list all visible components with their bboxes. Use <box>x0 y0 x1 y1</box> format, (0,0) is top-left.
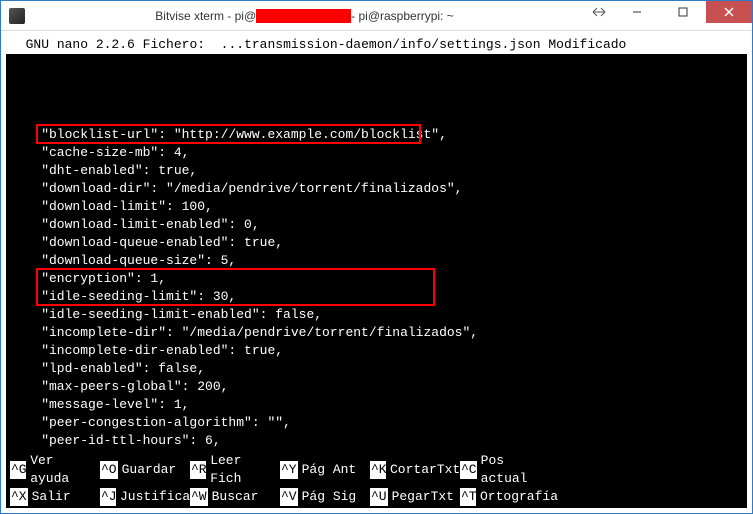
editor-line: "peer-id-ttl-hours": 6, <box>10 432 743 450</box>
shortcut[interactable]: ^JJustificar <box>100 488 190 506</box>
shortcut-label: Justificar <box>120 488 198 506</box>
editor-line: "incomplete-dir-enabled": true, <box>10 342 743 360</box>
nano-file-label: Fichero: <box>143 37 205 52</box>
editor-line: "download-dir": "/media/pendrive/torrent… <box>10 180 743 198</box>
window-controls <box>584 1 752 30</box>
nano-app: GNU nano 2.2.6 <box>26 37 135 52</box>
shortcut-key: ^U <box>370 488 388 506</box>
shortcut[interactable]: ^KCortarTxt <box>370 452 460 488</box>
editor-line: "idle-seeding-limit": 30, <box>10 288 743 306</box>
shortcut-key: ^R <box>190 461 206 479</box>
editor-line: "download-queue-size": 5, <box>10 252 743 270</box>
close-button[interactable] <box>706 1 752 23</box>
editor-line: "message-level": 1, <box>10 396 743 414</box>
nano-file-path: ...transmission-daemon/info/settings.jso… <box>221 37 541 52</box>
app-icon <box>9 8 25 24</box>
editor-line: "blocklist-url": "http://www.example.com… <box>10 126 743 144</box>
shortcut[interactable]: ^OGuardar <box>100 452 190 488</box>
titlebar: Bitvise xterm - pi@ - pi@raspberrypi: ~ <box>1 1 752 31</box>
editor-line: "download-limit": 100, <box>10 198 743 216</box>
shortcut[interactable]: ^TOrtografía <box>460 488 560 506</box>
shortcut[interactable]: ^UPegarTxt <box>370 488 460 506</box>
editor-line: "download-limit-enabled": 0, <box>10 216 743 234</box>
shortcut[interactable]: ^RLeer Fich <box>190 452 280 488</box>
shortcut-key: ^W <box>190 488 208 506</box>
shortcut-key: ^G <box>10 461 26 479</box>
editor-line <box>10 108 743 126</box>
title-prefix: Bitvise xterm - pi@ <box>155 9 256 23</box>
shortcut[interactable]: ^GVer ayuda <box>10 452 100 488</box>
shortcut-label: Guardar <box>122 461 177 479</box>
editor-line: "peer-congestion-algorithm": "", <box>10 414 743 432</box>
shortcut-key: ^X <box>10 488 28 506</box>
shortcut-key: ^Y <box>280 461 298 479</box>
shortcut-label: Ver ayuda <box>30 452 94 488</box>
shortcut-row-2: ^XSalir^JJustificar^WBuscar^VPág Sig^UPe… <box>10 488 743 506</box>
editor-line: "incomplete-dir": "/media/pendrive/torre… <box>10 324 743 342</box>
terminal-viewport[interactable]: GNU nano 2.2.6 Fichero: ...transmission-… <box>6 36 747 508</box>
nano-status: Modificado <box>548 37 626 52</box>
shortcut-label: Pág Sig <box>302 488 357 506</box>
editor-line: "dht-enabled": true, <box>10 162 743 180</box>
editor-line: "idle-seeding-limit-enabled": false, <box>10 306 743 324</box>
shortcut-label: CortarTxt <box>390 461 460 479</box>
shortcut-key: ^T <box>460 488 476 506</box>
shortcut-label: Leer Fich <box>210 452 274 488</box>
editor-content[interactable]: "blocklist-url": "http://www.example.com… <box>6 54 747 508</box>
shortcut-label: Pág Ant <box>302 461 357 479</box>
shortcut[interactable]: ^WBuscar <box>190 488 280 506</box>
shortcut-label: PegarTxt <box>392 488 454 506</box>
minimize-button[interactable] <box>614 1 660 23</box>
nano-shortcut-bar: ^GVer ayuda^OGuardar^RLeer Fich^YPág Ant… <box>6 452 747 508</box>
shortcut-key: ^V <box>280 488 298 506</box>
shortcut-key: ^C <box>460 461 477 479</box>
resize-grip-icon[interactable] <box>584 1 614 23</box>
nano-header: GNU nano 2.2.6 Fichero: ...transmission-… <box>6 36 747 54</box>
shortcut-key: ^J <box>100 488 116 506</box>
editor-line: "cache-size-mb": 4, <box>10 144 743 162</box>
maximize-button[interactable] <box>660 1 706 23</box>
shortcut-label: Salir <box>32 488 71 506</box>
shortcut[interactable]: ^CPos actual <box>460 452 560 488</box>
shortcut-label: Ortografía <box>480 488 558 506</box>
shortcut[interactable]: ^YPág Ant <box>280 452 370 488</box>
editor-line: "encryption": 1, <box>10 270 743 288</box>
shortcut[interactable]: ^VPág Sig <box>280 488 370 506</box>
title-suffix: - pi@raspberrypi: ~ <box>351 9 454 23</box>
shortcut-key: ^K <box>370 461 386 479</box>
shortcut[interactable]: ^XSalir <box>10 488 100 506</box>
redacted-host <box>256 9 351 23</box>
editor-line: "lpd-enabled": false, <box>10 360 743 378</box>
terminal-window: Bitvise xterm - pi@ - pi@raspberrypi: ~ … <box>0 0 753 514</box>
editor-line: "download-queue-enabled": true, <box>10 234 743 252</box>
shortcut-key: ^O <box>100 461 118 479</box>
editor-line: "max-peers-global": 200, <box>10 378 743 396</box>
window-title: Bitvise xterm - pi@ - pi@raspberrypi: ~ <box>25 9 584 23</box>
shortcut-label: Pos actual <box>481 452 554 488</box>
shortcut-label: Buscar <box>212 488 259 506</box>
shortcut-row-1: ^GVer ayuda^OGuardar^RLeer Fich^YPág Ant… <box>10 452 743 488</box>
